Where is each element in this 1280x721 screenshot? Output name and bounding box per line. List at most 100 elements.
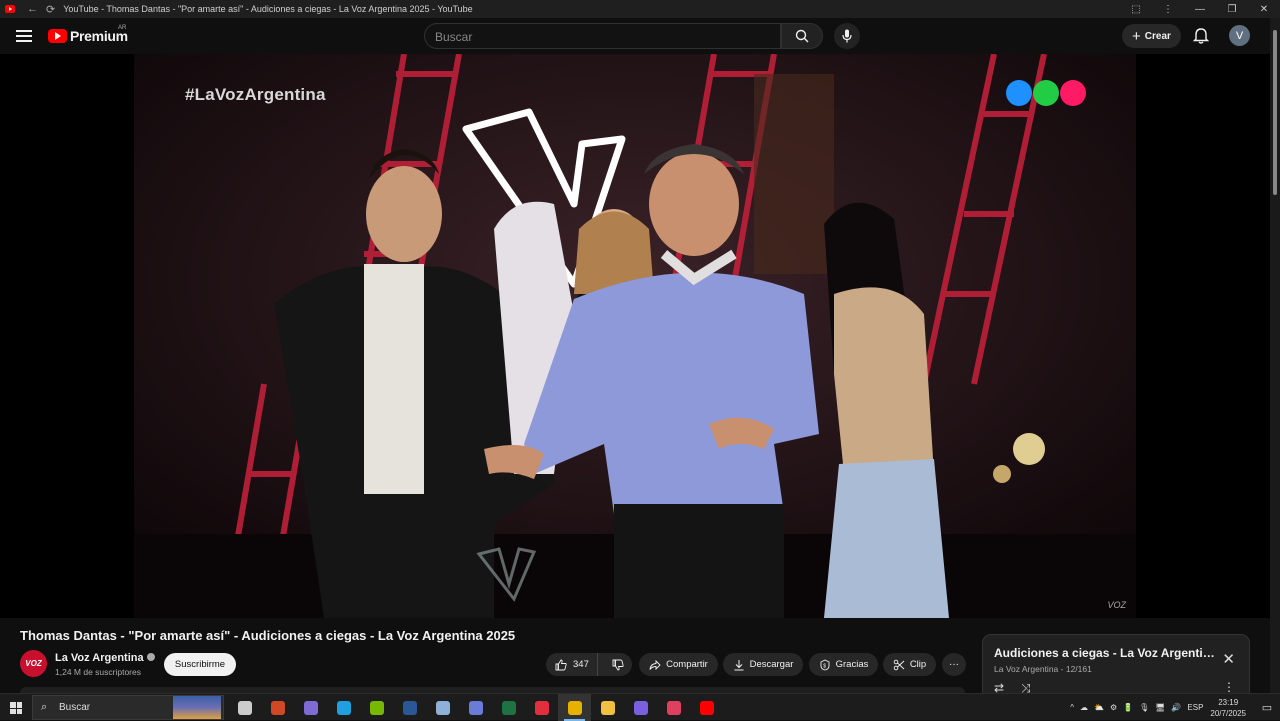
notifications-bell-icon[interactable]	[1192, 27, 1210, 45]
playlist-meta: La Voz Argentina - 12/161	[994, 664, 1092, 674]
thumbs-down-icon	[612, 659, 624, 670]
clock-date: 20/7/2025	[1210, 708, 1246, 718]
back-arrow-icon[interactable]: ←	[27, 3, 38, 15]
onedrive-icon[interactable]: ☁	[1080, 703, 1088, 712]
copilot-icon	[303, 700, 318, 715]
video-title: Thomas Dantas - "Por amarte así" - Audic…	[20, 628, 516, 643]
channel-name[interactable]: La Voz Argentina	[55, 652, 155, 664]
taskbar-app-app-cloud[interactable]	[426, 694, 459, 721]
like-dislike-group: 347	[546, 653, 632, 676]
create-button[interactable]: + Crear	[1122, 24, 1181, 48]
microphone-tray-icon[interactable]: 🎙	[1139, 703, 1149, 712]
scrollbar-thumb[interactable]	[1273, 30, 1277, 195]
share-icon	[649, 659, 661, 670]
taskbar-app-powerpoint[interactable]	[261, 694, 294, 721]
voz-watermark: VOZ	[1107, 600, 1126, 610]
svg-text:$: $	[823, 663, 826, 669]
edge-icon	[336, 700, 351, 715]
scissors-icon	[893, 659, 905, 670]
close-icon[interactable]: ✕	[1222, 650, 1235, 668]
clock[interactable]: 23:19 20/7/2025	[1210, 697, 1246, 719]
channel-avatar[interactable]: VOZ	[20, 650, 47, 677]
subscribe-button[interactable]: Suscribirme	[164, 653, 236, 676]
download-label: Descargar	[749, 659, 794, 670]
taskbar-app-edge[interactable]	[327, 694, 360, 721]
word-icon	[402, 700, 417, 715]
like-button[interactable]: 347	[546, 653, 599, 676]
taskbar-app-task-view[interactable]	[228, 694, 261, 721]
windows-start-icon[interactable]	[10, 702, 22, 714]
taskbar-app-app-doc[interactable]	[459, 694, 492, 721]
country-code: AR	[118, 25, 127, 31]
channel-dot-blue	[1006, 80, 1032, 106]
search-input[interactable]: Buscar	[424, 23, 781, 49]
extensions-icon[interactable]: ⬚	[1120, 4, 1152, 15]
language-indicator[interactable]: ESP	[1187, 703, 1203, 712]
youtube-favicon-icon	[5, 5, 15, 13]
taskbar-app-youtube[interactable]	[690, 694, 723, 721]
browser-menu-icon[interactable]: ⋮	[1152, 4, 1184, 15]
share-button[interactable]: Compartir	[639, 653, 718, 676]
voice-search-button[interactable]	[834, 23, 860, 49]
plus-icon: +	[1132, 27, 1141, 45]
video-frame[interactable]: #LaVozArgentina VOZ	[134, 54, 1136, 618]
taskbar-app-chrome[interactable]	[558, 694, 591, 721]
taskbar-search[interactable]: ⌕ Buscar	[32, 695, 224, 720]
thanks-button[interactable]: $ Gracias	[809, 653, 878, 676]
playlist-more-icon[interactable]: ⋮	[1223, 680, 1235, 694]
video-player[interactable]: #LaVozArgentina VOZ	[0, 54, 1270, 618]
minimize-button[interactable]: —	[1184, 4, 1216, 15]
taskbar-app-app-red[interactable]	[525, 694, 558, 721]
windows-taskbar: ⌕ Buscar ^ ☁ ⛅ ⚙ 🔋 🎙 🖥 🔊 ESP 23:19 20/7/…	[0, 693, 1280, 721]
explorer-icon	[600, 700, 615, 715]
taskbar-app-explorer[interactable]	[591, 694, 624, 721]
dislike-button[interactable]	[603, 653, 632, 676]
app-cloud-icon	[435, 700, 450, 715]
verified-icon	[146, 653, 155, 661]
network-icon[interactable]: 🖥	[1155, 703, 1165, 712]
taskbar-search-label: Buscar	[59, 702, 91, 713]
settings-tray-icon[interactable]: ⚙	[1110, 703, 1117, 712]
restore-button[interactable]: ❐	[1216, 4, 1248, 15]
account-avatar[interactable]: V	[1229, 25, 1250, 46]
battery-icon[interactable]: 🔋	[1123, 703, 1133, 712]
nvidia-icon	[369, 700, 384, 715]
channel-dot-green	[1033, 80, 1059, 106]
app-purple-icon	[633, 700, 648, 715]
telefe-logo	[1006, 80, 1086, 106]
clip-button[interactable]: Clip	[883, 653, 936, 676]
powerpoint-icon	[270, 700, 285, 715]
browser-title-bar: ← ⟳ YouTube - Thomas Dantas - "Por amart…	[0, 0, 1280, 18]
notifications-icon[interactable]: ▭	[1257, 701, 1277, 714]
window-title: YouTube - Thomas Dantas - "Por amarte as…	[63, 4, 473, 14]
taskbar-app-word[interactable]	[393, 694, 426, 721]
app-doc-icon	[468, 700, 483, 715]
search-button[interactable]	[781, 23, 823, 49]
clock-time: 23:19	[1218, 697, 1239, 707]
task-view-icon	[237, 700, 252, 715]
window-controls: ⬚ ⋮ — ❐ ✕	[1120, 0, 1280, 18]
more-actions-button[interactable]: ···	[942, 653, 966, 676]
app-red-icon	[534, 700, 549, 715]
taskbar-app-app-gauge[interactable]	[657, 694, 690, 721]
playlist-channel[interactable]: La Voz Argentina	[994, 664, 1058, 674]
close-window-button[interactable]: ✕	[1248, 4, 1280, 15]
page-scrollbar[interactable]	[1270, 18, 1280, 720]
tray-overflow-icon[interactable]: ^	[1070, 703, 1074, 712]
excel-icon	[501, 700, 516, 715]
download-button[interactable]: Descargar	[723, 653, 803, 676]
taskbar-app-excel[interactable]	[492, 694, 525, 721]
create-label: Crear	[1144, 30, 1171, 42]
thanks-label: Gracias	[835, 659, 869, 670]
youtube-premium-logo[interactable]: Premium AR	[48, 25, 128, 44]
reload-icon[interactable]: ⟳	[46, 3, 55, 16]
taskbar-app-copilot[interactable]	[294, 694, 327, 721]
hamburger-menu-icon[interactable]	[16, 30, 32, 42]
taskbar-app-app-purple[interactable]	[624, 694, 657, 721]
weather-icon[interactable]: ⛅	[1094, 703, 1104, 712]
playlist-title[interactable]: Audiciones a ciegas - La Voz Argentina..…	[994, 646, 1219, 660]
search-highlight-image	[173, 696, 221, 719]
volume-icon[interactable]: 🔊	[1171, 703, 1181, 712]
thumbs-up-icon	[555, 659, 567, 670]
taskbar-app-nvidia[interactable]	[360, 694, 393, 721]
